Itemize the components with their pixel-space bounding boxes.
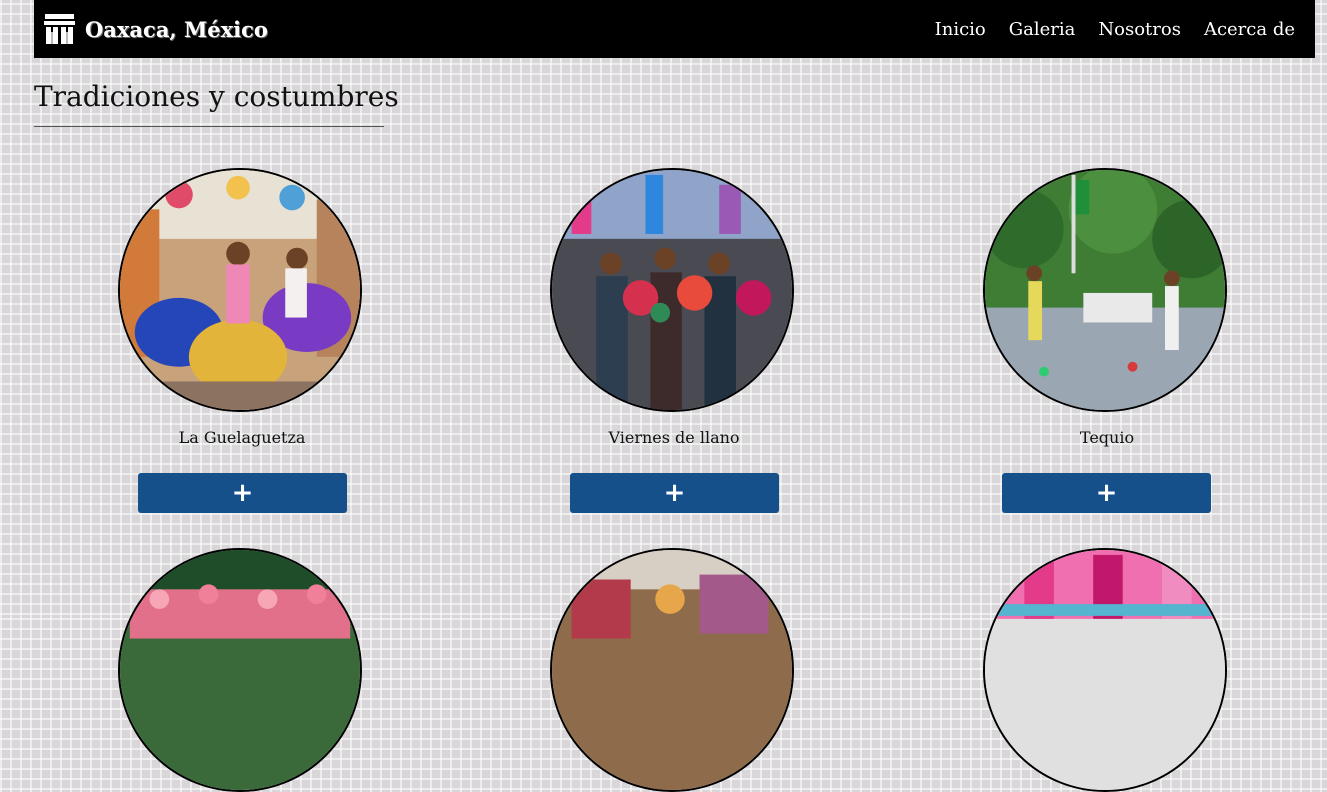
tequio-more-button[interactable]: + <box>1002 473 1211 513</box>
page-title: Tradiciones y costumbres <box>34 80 399 113</box>
dancers-photo[interactable] <box>118 168 362 412</box>
card-label-tequio: Tequio <box>1079 428 1135 447</box>
nav-link-inicio[interactable]: Inicio <box>935 19 986 40</box>
brand[interactable]: Oaxaca, México <box>43 6 268 52</box>
flower-parade-photo[interactable] <box>550 168 794 412</box>
community-work-photo[interactable] <box>983 168 1227 412</box>
brand-title: Oaxaca, México <box>85 16 268 42</box>
title-divider <box>34 126 384 127</box>
main-nav: Inicio Galeria Nosotros Acerca de <box>935 0 1295 58</box>
nav-link-nosotros[interactable]: Nosotros <box>1098 19 1181 40</box>
viernes-de-llano-more-button[interactable]: + <box>570 473 779 513</box>
monument-icon <box>44 14 75 44</box>
market-photo[interactable] <box>550 548 794 792</box>
card-label-guelaguetza: La Guelaguetza <box>178 428 306 447</box>
flower-boat-photo[interactable] <box>118 548 362 792</box>
card-label-viernes-de-llano: Viernes de llano <box>608 428 740 447</box>
nav-link-acerca-de[interactable]: Acerca de <box>1204 19 1295 40</box>
navbar: Oaxaca, México Inicio Galeria Nosotros A… <box>34 0 1315 58</box>
guelaguetza-more-button[interactable]: + <box>138 473 347 513</box>
papel-picado-photo[interactable] <box>983 548 1227 792</box>
nav-link-galeria[interactable]: Galeria <box>1009 19 1076 40</box>
